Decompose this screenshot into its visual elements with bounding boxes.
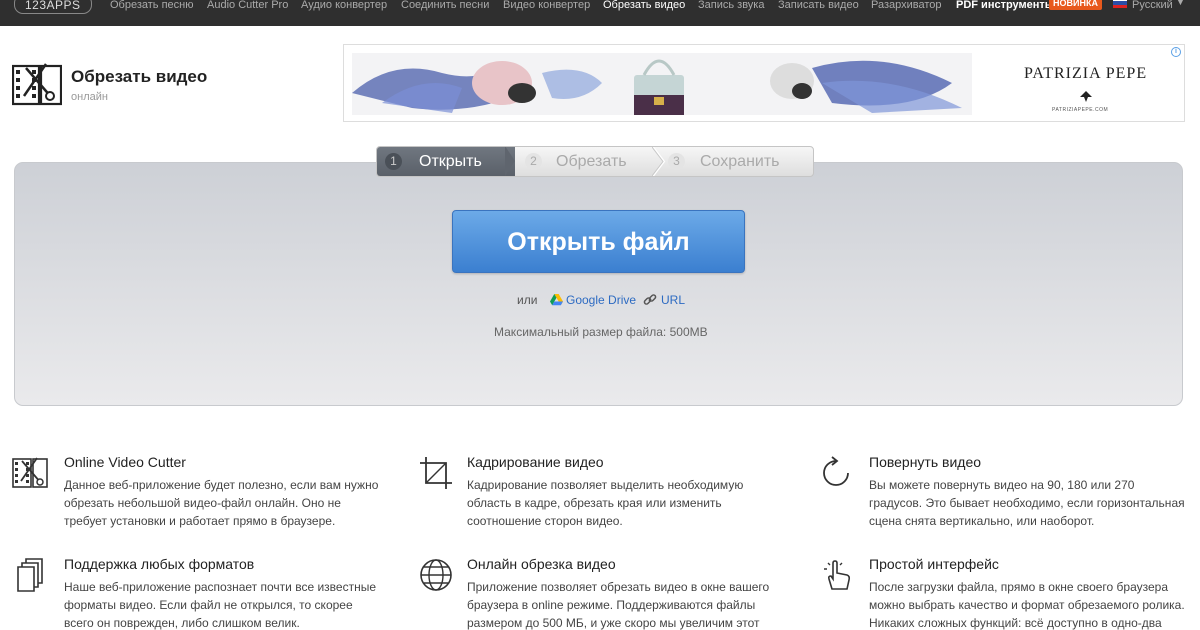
nav-item-join-songs[interactable]: Соединить песни <box>401 0 489 11</box>
feature-text-crop-video: Кадрирование позволяет выделить необходи… <box>467 478 744 528</box>
step-3-label: Сохранить <box>700 153 780 170</box>
film-scissors-icon <box>12 457 48 488</box>
page-title: Обрезать видео <box>71 67 208 86</box>
feature-text-rotate-video: Вы можете повернуть видео на 90, 180 или… <box>869 478 1185 528</box>
nav-item-audio-cutter-pro[interactable]: Audio Cutter Pro <box>207 0 288 11</box>
globe-icon <box>420 559 452 591</box>
url-link[interactable]: URL <box>661 293 685 307</box>
step-arrow <box>505 147 515 176</box>
or-label: или <box>517 293 538 307</box>
feature-title-simple-interface: Простой интерфейс <box>869 556 999 572</box>
fly-logo-icon <box>1080 91 1092 102</box>
feature-text-online-cut: Приложение позволяет обрезать видео в ок… <box>467 580 770 630</box>
nav-item-record-audio[interactable]: Запись звука <box>698 0 764 11</box>
top-navigation-bar: 123APPS Обрезать песню Audio Cutter Pro … <box>0 0 1200 26</box>
feature-title-online-video-cutter: Online Video Cutter <box>64 454 186 470</box>
step-3-number: 3 <box>668 153 685 170</box>
feature-title-any-format: Поддержка любых форматов <box>64 556 255 572</box>
step-1-number: 1 <box>385 153 402 170</box>
step-2-label: Обрезать <box>556 153 627 170</box>
film-scissors-icon <box>12 63 62 106</box>
nav-item-cut-video[interactable]: Обрезать видео <box>603 0 685 11</box>
max-file-size-note: Максимальный размер файла: 500MB <box>494 325 708 339</box>
crop-icon <box>420 457 452 489</box>
rotate-icon <box>823 456 849 486</box>
upload-panel <box>14 162 1183 406</box>
ad-brand-name: PATRIZIA PEPE <box>1024 65 1148 82</box>
feature-text-online-video-cutter: Данное веб-приложение будет полезно, есл… <box>64 478 379 528</box>
russian-flag-icon[interactable] <box>1113 0 1127 8</box>
language-selector[interactable]: Русский <box>1132 0 1173 11</box>
nav-item-video-converter[interactable]: Видео конвертер <box>503 0 590 11</box>
feature-title-rotate-video: Повернуть видео <box>869 454 982 470</box>
nav-item-unarchiver[interactable]: Разархиватор <box>871 0 942 11</box>
steps-bar: 1 Открыть 2 Обрезать 3 Сохранить <box>376 146 814 177</box>
hand-pointer-icon <box>824 560 851 590</box>
ad-info-icon[interactable]: i <box>1171 47 1181 57</box>
google-drive-icon[interactable] <box>550 294 563 306</box>
step-separator <box>652 147 666 176</box>
chevron-down-icon[interactable]: ▼ <box>1176 0 1185 7</box>
feature-title-online-cut: Онлайн обрезка видео <box>467 556 616 572</box>
open-file-button[interactable]: Открыть файл <box>452 210 745 273</box>
google-drive-link[interactable]: Google Drive <box>566 293 636 307</box>
ad-website: PATRIZIAPEPE.COM <box>1052 107 1109 113</box>
logo-123apps[interactable]: 123APPS <box>14 0 92 14</box>
files-icon <box>17 558 43 592</box>
nav-item-record-video[interactable]: Записать видео <box>778 0 859 11</box>
page-subtitle: онлайн <box>71 91 108 103</box>
feature-text-simple-interface: После загрузки файла, прямо в окне своег… <box>869 580 1185 630</box>
step-1-label: Открыть <box>419 153 482 170</box>
new-badge: НОВИНКА <box>1049 0 1102 10</box>
nav-item-pdf-tools[interactable]: PDF инструменты <box>956 0 1054 11</box>
nav-item-audio-converter[interactable]: Аудио конвертер <box>301 0 387 11</box>
ad-artwork-image <box>352 53 972 115</box>
ad-banner[interactable]: PATRIZIA PEPE PATRIZIAPEPE.COM i <box>343 44 1185 122</box>
feature-title-crop-video: Кадрирование видео <box>467 454 604 470</box>
link-icon[interactable] <box>643 293 657 307</box>
step-2-number: 2 <box>525 153 542 170</box>
feature-text-any-format: Наше веб-приложение распознает почти все… <box>64 580 376 630</box>
nav-item-cut-song[interactable]: Обрезать песню <box>110 0 194 11</box>
